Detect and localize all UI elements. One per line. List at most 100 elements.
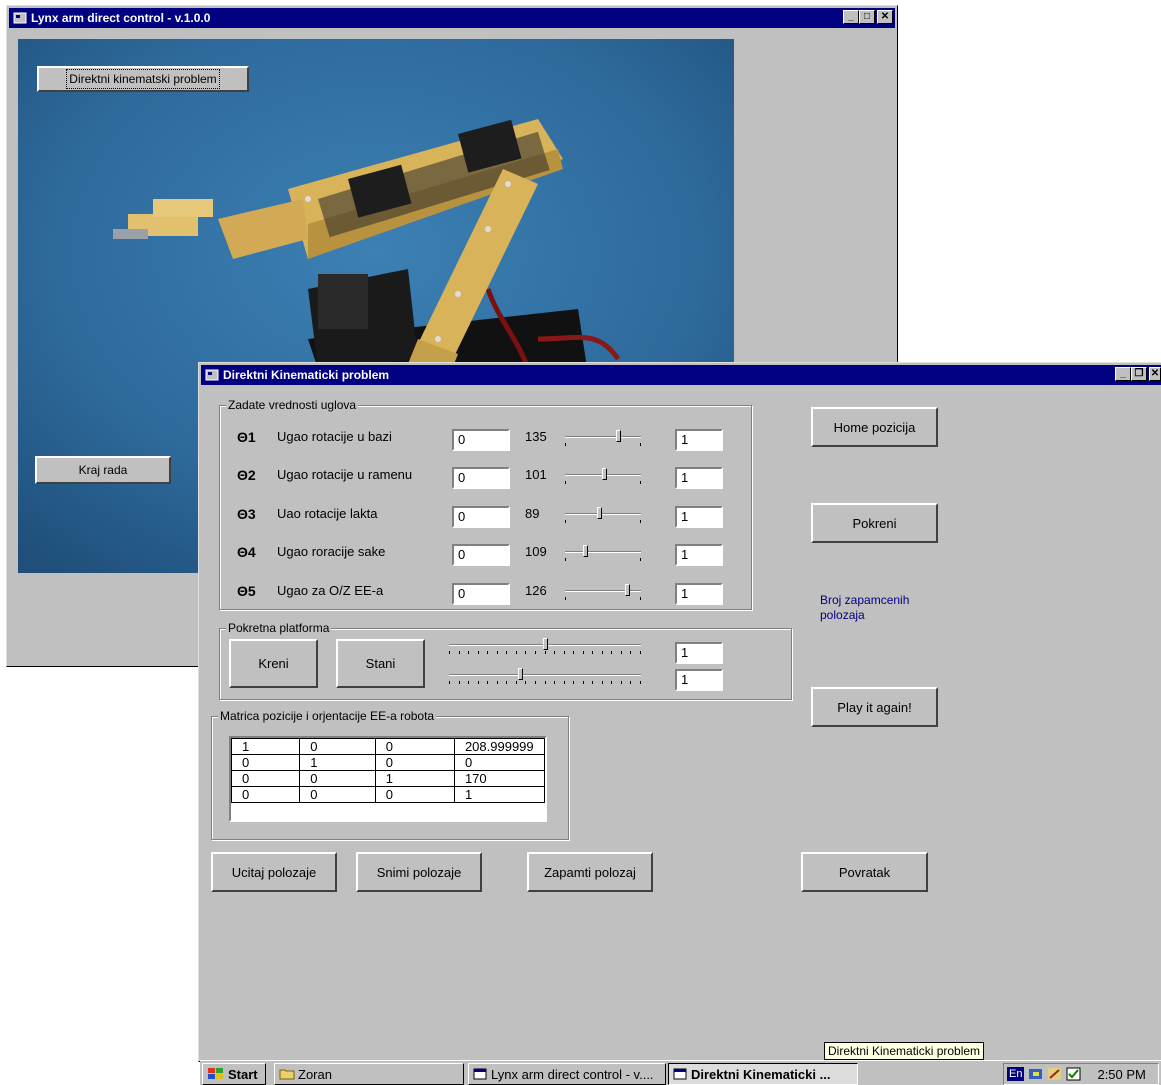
platform-slider-tick xyxy=(564,651,565,654)
platform-slider-tick xyxy=(602,651,603,654)
go-button[interactable]: Kreni xyxy=(229,639,318,688)
joint-slider-tick xyxy=(640,520,641,523)
matrix-cell[interactable]: 0 xyxy=(231,786,301,803)
run-button[interactable]: Pokreni xyxy=(811,503,938,543)
joint-slider[interactable] xyxy=(565,581,641,603)
platform-slider-tick xyxy=(497,651,498,654)
platform-slider-tick xyxy=(468,651,469,654)
system-tray: En 2:50 PM xyxy=(1003,1063,1159,1085)
joint-slider-track xyxy=(565,551,641,553)
clock[interactable]: 2:50 PM xyxy=(1097,1067,1145,1082)
joint-slider[interactable] xyxy=(565,465,641,487)
matrix-cell[interactable]: 208.999999 xyxy=(453,738,545,755)
joint-label: Ugao rotacije u bazi xyxy=(277,429,392,444)
matrix-cell[interactable]: 0 xyxy=(231,770,301,787)
kinematics-dialog: Direktni Kinematicki problem _ ❐ ✕ Zadat… xyxy=(198,362,1161,1062)
tray-app-icon[interactable] xyxy=(1027,1066,1045,1082)
joint-slider-thumb[interactable] xyxy=(597,507,602,519)
matrix-cell[interactable]: 0 xyxy=(374,738,455,755)
exit-label: Kraj rada xyxy=(78,463,128,477)
back-button[interactable]: Povratak xyxy=(801,852,928,892)
joint-symbol: Θ4 xyxy=(237,544,256,560)
matrix-cell[interactable]: 0 xyxy=(231,754,301,771)
taskbar-item-kinematics[interactable]: Direktni Kinematicki ... xyxy=(668,1063,858,1085)
matrix-cell[interactable]: 0 xyxy=(299,770,376,787)
matrix-cell[interactable]: 1 xyxy=(453,786,545,803)
platform-slider-tick xyxy=(602,681,603,684)
dialog-title: Direktni Kinematicki problem xyxy=(223,368,390,382)
platform-slider-2[interactable] xyxy=(449,665,641,687)
platform-slider-tick xyxy=(592,681,593,684)
window-icon xyxy=(673,1068,687,1080)
close-icon[interactable]: ✕ xyxy=(1149,367,1161,381)
joint-slider[interactable] xyxy=(565,504,641,526)
language-indicator[interactable]: En xyxy=(1007,1067,1025,1081)
matrix-cell[interactable]: 0 xyxy=(299,738,376,755)
platform-step-input-2[interactable]: 1 xyxy=(675,669,723,691)
main-titlebar[interactable]: Lynx arm direct control - v.1.0.0 _ □ ✕ xyxy=(9,8,895,28)
matrix-cell[interactable]: 0 xyxy=(374,786,455,803)
direct-kinematics-button[interactable]: Direktni kinematski problem xyxy=(37,66,249,92)
taskbar-item-lynx[interactable]: Lynx arm direct control - v.... xyxy=(468,1063,666,1085)
dialog-titlebar[interactable]: Direktni Kinematicki problem _ ❐ ✕ xyxy=(201,365,1161,385)
joint-step-input[interactable]: 1 xyxy=(675,506,723,528)
matrix-row: 0001 xyxy=(231,786,545,803)
joint-slider[interactable] xyxy=(565,427,641,449)
start-label: Start xyxy=(228,1066,258,1082)
joint-slider-thumb[interactable] xyxy=(616,430,621,442)
taskbar-item-zoran-label: Zoran xyxy=(298,1066,332,1082)
matrix-cell[interactable]: 1 xyxy=(231,738,301,755)
close-icon[interactable]: ✕ xyxy=(877,10,893,24)
app-icon xyxy=(13,12,27,24)
joint-slider-thumb[interactable] xyxy=(583,545,588,557)
matrix-cell[interactable]: 0 xyxy=(453,754,545,771)
platform-slider-tick xyxy=(611,651,612,654)
maximize-icon[interactable]: □ xyxy=(859,10,875,24)
home-position-button[interactable]: Home pozicija xyxy=(811,407,938,447)
joint-angle-input[interactable]: 0 xyxy=(452,467,510,489)
minimize-icon[interactable]: _ xyxy=(1115,367,1131,381)
platform-slider-tick xyxy=(554,651,555,654)
remember-position-button[interactable]: Zapamti polozaj xyxy=(527,852,653,892)
platform-slider-1[interactable] xyxy=(449,635,641,657)
matrix-grid[interactable]: 1 0 0 208.999999 0 1 0 0 0 0 1 170 0 0 0 1 xyxy=(229,736,547,822)
joint-step-input[interactable]: 1 xyxy=(675,544,723,566)
matrix-cell[interactable]: 0 xyxy=(299,786,376,803)
tray-scheduler-icon[interactable] xyxy=(1046,1066,1064,1082)
restore-icon[interactable]: ❐ xyxy=(1131,367,1147,381)
joint-slider-tick xyxy=(640,597,641,600)
load-positions-button[interactable]: Ucitaj polozaje xyxy=(211,852,337,892)
joint-angle-input[interactable]: 0 xyxy=(452,583,510,605)
exit-button[interactable]: Kraj rada xyxy=(35,456,171,484)
joint-value: 101 xyxy=(525,467,547,482)
joint-slider-thumb[interactable] xyxy=(625,584,630,596)
joint-step-input[interactable]: 1 xyxy=(675,467,723,489)
joint-slider-thumb[interactable] xyxy=(602,468,607,480)
joint-angle-input[interactable]: 0 xyxy=(452,429,510,451)
platform-slider-1-thumb[interactable] xyxy=(543,638,548,650)
joint-label: Ugao rotacije u ramenu xyxy=(277,467,413,482)
joint-step-input[interactable]: 1 xyxy=(675,429,723,451)
joint-angle-input[interactable]: 0 xyxy=(452,544,510,566)
taskbar-item-zoran[interactable]: Zoran xyxy=(274,1063,464,1085)
matrix-cell[interactable]: 1 xyxy=(374,770,455,787)
stop-label: Stani xyxy=(365,656,396,671)
folder-icon xyxy=(279,1069,295,1080)
matrix-cell[interactable]: 0 xyxy=(374,754,455,771)
joint-value: 109 xyxy=(525,544,547,559)
joint-slider[interactable] xyxy=(565,542,641,564)
platform-step-input-1[interactable]: 1 xyxy=(675,642,723,664)
minimize-icon[interactable]: _ xyxy=(843,10,859,24)
joint-step-input[interactable]: 1 xyxy=(675,583,723,605)
joint-slider-tick xyxy=(640,443,641,446)
matrix-cell[interactable]: 1 xyxy=(299,754,376,771)
stop-button[interactable]: Stani xyxy=(336,639,425,688)
tray-check-icon[interactable] xyxy=(1065,1066,1083,1082)
save-positions-button[interactable]: Snimi polozaje xyxy=(356,852,482,892)
platform-slider-2-thumb[interactable] xyxy=(518,668,523,680)
matrix-cell[interactable]: 170 xyxy=(453,770,545,787)
joint-angle-input[interactable]: 0 xyxy=(452,506,510,528)
start-button[interactable]: Start xyxy=(202,1063,266,1085)
platform-slider-tick xyxy=(516,681,517,684)
play-again-button[interactable]: Play it again! xyxy=(811,687,938,727)
